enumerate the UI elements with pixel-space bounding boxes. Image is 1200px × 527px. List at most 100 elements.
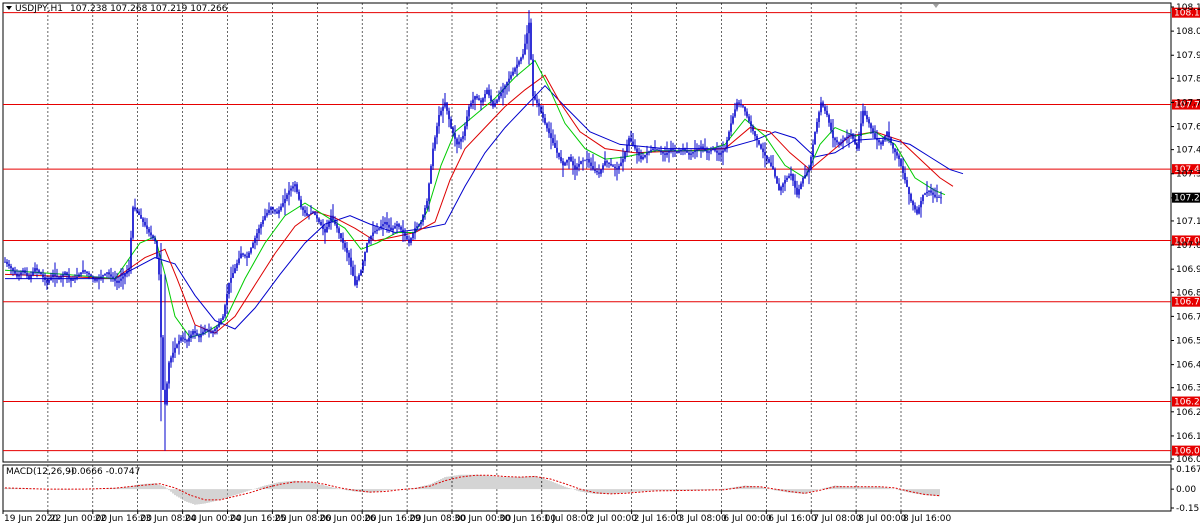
candle-body	[728, 131, 730, 141]
candle-body	[512, 71, 514, 76]
candle-body	[16, 273, 18, 277]
candle-body	[436, 126, 438, 138]
candle-body	[356, 280, 358, 285]
candle-body	[788, 175, 790, 178]
candle-body	[836, 140, 838, 143]
candle-body	[46, 280, 48, 283]
candle-body	[790, 173, 792, 176]
candle-body	[712, 148, 714, 150]
candle-body	[70, 277, 72, 281]
candle-body	[128, 268, 130, 271]
candle-body	[858, 135, 860, 149]
candle-body	[502, 89, 504, 93]
candle-body	[366, 242, 368, 253]
candle-body	[572, 161, 574, 166]
candle-body	[310, 212, 312, 215]
candle-body	[900, 159, 902, 167]
candle-body	[642, 156, 644, 160]
candle-body	[178, 340, 180, 345]
candle-body	[776, 176, 778, 184]
y-tick-label: 106.130	[1176, 432, 1200, 442]
candle-body	[222, 316, 224, 320]
candle-body	[28, 275, 30, 279]
candle-body	[554, 142, 556, 148]
candle-body	[534, 96, 536, 100]
candle-body	[462, 135, 464, 139]
candle-body	[82, 270, 84, 273]
candle-body	[354, 275, 356, 285]
candle-body	[346, 247, 348, 253]
candle-body	[718, 152, 720, 155]
candle-body	[756, 135, 758, 141]
candle-body	[526, 33, 528, 44]
candle-body	[292, 186, 294, 189]
candle-body	[286, 194, 288, 199]
candle-body	[94, 278, 96, 281]
candle-body	[22, 270, 24, 273]
y-tick-label: 107.155	[1176, 217, 1200, 227]
candle-body	[242, 253, 244, 255]
candle-body	[324, 228, 326, 233]
candle-body	[114, 278, 116, 281]
candle-body	[772, 166, 774, 170]
x-tick-label: 1 Jul 08:00	[544, 514, 593, 524]
candle-body	[226, 294, 228, 306]
candle-body	[370, 235, 372, 240]
candle-body	[842, 140, 844, 143]
candle-body	[732, 116, 734, 124]
candle-body	[108, 272, 110, 275]
candle-body	[616, 168, 618, 170]
candle-body	[88, 273, 90, 275]
x-tick-label: 6 Jul 00:00	[723, 514, 772, 524]
candle-body	[576, 166, 578, 170]
candle-body	[830, 122, 832, 131]
candle-body	[106, 272, 108, 274]
candle-body	[260, 224, 262, 229]
candle-body	[696, 149, 698, 151]
candle-body	[622, 159, 624, 163]
candle-body	[578, 163, 580, 167]
candle-body	[934, 194, 936, 197]
candle-body	[256, 233, 258, 239]
candle-body	[734, 109, 736, 117]
candle-body	[116, 280, 118, 283]
candle-body	[282, 203, 284, 207]
candle-body	[364, 252, 366, 262]
candle-body	[708, 151, 710, 153]
candle-body	[42, 274, 44, 278]
candle-body	[176, 344, 178, 348]
candle-body	[168, 362, 170, 384]
candle-body	[598, 172, 600, 174]
candle-body	[782, 183, 784, 188]
candle-body	[878, 140, 880, 143]
candle-body	[268, 210, 270, 213]
candle-body	[234, 268, 236, 274]
candle-body	[676, 151, 678, 153]
candle-body	[714, 148, 716, 151]
candle-body	[460, 138, 462, 142]
candle-body	[766, 155, 768, 160]
candle-body	[706, 150, 708, 153]
candle-body	[182, 337, 184, 339]
candle-body	[702, 146, 704, 149]
candle-body	[652, 148, 654, 150]
candle-body	[838, 142, 840, 145]
candle-body	[406, 235, 408, 240]
candle-body	[98, 277, 100, 280]
candle-body	[832, 130, 834, 139]
candle-body	[848, 135, 850, 137]
candle-body	[682, 148, 684, 150]
candle-body	[602, 165, 604, 170]
candle-body	[540, 106, 542, 113]
candle-body	[312, 211, 314, 213]
candle-body	[142, 218, 144, 222]
macd-header: MACD(12,26,9) -0.0666 -0.0747	[6, 467, 140, 477]
candle-body	[898, 155, 900, 160]
candle-body	[30, 275, 32, 279]
candle-body	[84, 270, 86, 272]
candle-body	[154, 238, 156, 241]
candle-body	[338, 228, 340, 234]
chart-canvas[interactable]: 108.148107.710107.402107.062106.770106.2…	[0, 0, 1200, 527]
candle-body	[644, 154, 646, 157]
candle-body	[44, 277, 46, 281]
